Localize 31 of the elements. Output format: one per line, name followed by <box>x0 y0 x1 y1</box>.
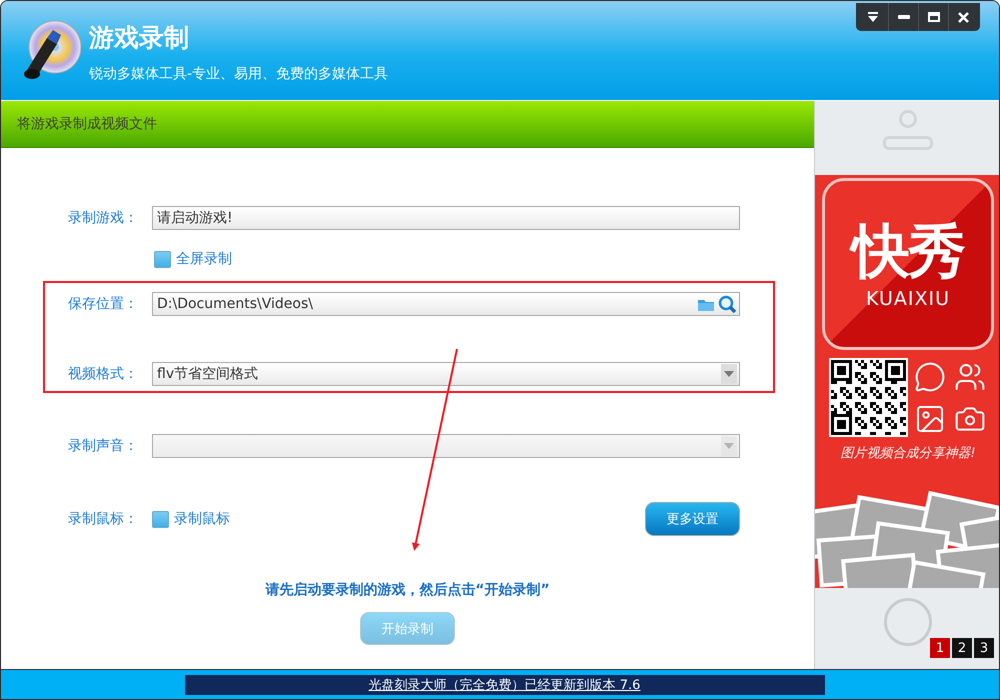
page-button[interactable]: 1 <box>930 638 950 658</box>
checkbox[interactable] <box>154 250 171 268</box>
search-icon[interactable] <box>718 294 737 314</box>
field-label: 视频格式： <box>68 365 139 383</box>
section-title: 将游戏录制成视频文件 <box>17 115 157 133</box>
dropdown-icon <box>867 11 879 23</box>
field-label: 录制声音： <box>68 437 139 455</box>
page-button[interactable]: 2 <box>952 638 972 658</box>
page-button[interactable]: 3 <box>974 638 994 658</box>
app-title: 游戏录制 <box>89 22 190 54</box>
update-link[interactable]: 光盘刻录大师（完全免费）已经更新到版本 7.6 <box>368 676 640 694</box>
field-label: 录制鼠标： <box>68 510 139 528</box>
dropdown-field[interactable]: flv节省空间格式 <box>152 362 740 386</box>
minimize-icon <box>898 15 910 19</box>
checkbox-label[interactable]: 录制鼠标 <box>174 510 230 528</box>
ad-slogan: 图片视频合成分享神器! <box>840 445 976 462</box>
ad-banner[interactable]: 快秀 KUAIXIU 图片视频合成分享神器! <box>815 175 999 588</box>
chat-bubble-icon <box>914 360 946 392</box>
instruction-text: 请先启动要录制的游戏，然后点击“开始录制” <box>265 581 550 599</box>
save-path-field[interactable]: D:\Documents\Videos\ <box>152 292 740 316</box>
maximize-icon <box>928 12 940 22</box>
app-subtitle: 锐动多媒体工具-专业、易用、免费的多媒体工具 <box>89 65 388 83</box>
close-icon <box>958 12 969 22</box>
field-label: 录制游戏： <box>68 209 139 227</box>
checkbox[interactable] <box>152 510 169 528</box>
game-field[interactable]: 请启动游戏! <box>152 206 740 230</box>
field-label: 保存位置： <box>68 295 139 313</box>
checkbox-label[interactable]: 全屏录制 <box>176 250 232 268</box>
caret-icon <box>721 364 737 384</box>
caret-icon <box>721 436 737 456</box>
brand-latin-name: KUAIXIU <box>866 288 950 310</box>
